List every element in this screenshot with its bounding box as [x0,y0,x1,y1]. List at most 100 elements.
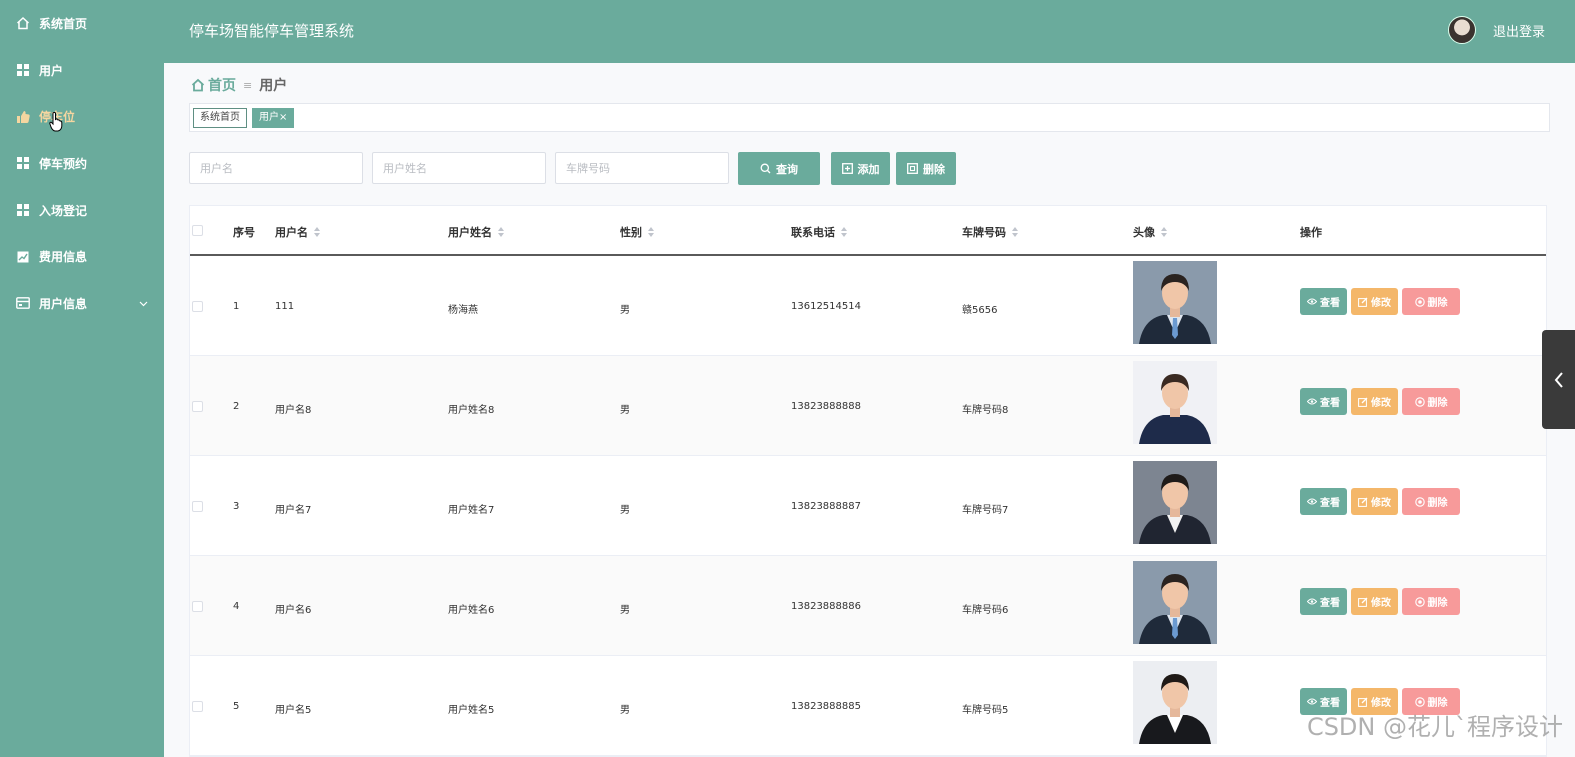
column-header-plate[interactable]: 车牌号码 [962,224,1018,240]
tag-home[interactable]: 系统首页 [193,108,247,128]
edit-icon [1358,597,1368,607]
main-content: 首页 ≡ 用户 系统首页 用户× 查询 添加 删除 序号 用户名 用户姓名 性别… [164,63,1575,757]
delete-circle-icon [1414,296,1425,307]
realname-search-input[interactable] [372,152,546,184]
grid-icon [16,156,30,170]
breadcrumb-home[interactable]: 首页 [191,75,236,95]
table-body: 1 111 杨海燕 男 13612514514 赣5656 查看 修改 删除 2… [190,256,1546,756]
sidebar-item-fee[interactable]: 费用信息 [0,233,164,280]
view-button[interactable]: 查看 [1300,388,1347,415]
edit-button[interactable]: 修改 [1351,288,1398,315]
chevron-down-icon [139,296,148,310]
cell-realname: 用户姓名8 [448,405,495,416]
sidebar-item-entry[interactable]: 入场登记 [0,187,164,234]
avatar-photo [1133,461,1217,544]
sidebar-item-userinfo[interactable]: 用户信息 [0,280,164,327]
column-header-phone[interactable]: 联系电话 [791,224,847,240]
column-header-label: 用户姓名 [448,226,492,239]
edit-button[interactable]: 修改 [1351,388,1398,415]
avatar-photo [1133,561,1217,644]
table-row: 4 用户名6 用户姓名6 男 13823888886 车牌号码6 查看 修改 删… [190,556,1546,656]
sidebar-item-user[interactable]: 用户 [0,47,164,94]
sidebar: 系统首页 用户 停车位 停车预约 入场登记 费用信息 用户信息 [0,0,164,757]
edit-icon [1358,297,1368,307]
cell-realname: 用户姓名6 [448,605,495,616]
sidebar-item-label: 入场登记 [39,203,88,218]
table-row: 2 用户名8 用户姓名8 男 13823888888 车牌号码8 查看 修改 删… [190,356,1546,456]
collapse-panel-toggle[interactable] [1542,330,1575,429]
cell-username: 用户名5 [275,705,312,716]
watermark: CSDN @花儿`程序设计 [1306,713,1563,741]
sidebar-item-parking-space[interactable]: 停车位 [0,93,164,140]
row-checkbox[interactable] [192,301,203,312]
select-all-checkbox[interactable] [192,225,203,236]
cell-gender: 男 [620,705,630,716]
view-button-label: 查看 [1320,598,1340,609]
view-button[interactable]: 查看 [1300,488,1347,515]
edit-button[interactable]: 修改 [1351,588,1398,615]
sort-icon[interactable] [648,227,654,237]
row-checkbox[interactable] [192,601,203,612]
tag-user[interactable]: 用户× [252,108,295,128]
add-button[interactable]: 添加 [831,152,890,185]
delete-circle-icon [1414,396,1425,407]
sidebar-item-reservation[interactable]: 停车预约 [0,140,164,187]
breadcrumb: 首页 ≡ 用户 [191,75,287,95]
delete-button[interactable]: 删除 [1402,288,1460,315]
sort-icon[interactable] [498,227,504,237]
home-icon [191,78,205,92]
grid-icon [16,63,30,77]
breadcrumb-current: 用户 [259,78,288,94]
cell-no: 5 [233,701,240,712]
cell-plate: 车牌号码6 [962,605,1009,616]
sort-icon[interactable] [841,227,847,237]
view-button[interactable]: 查看 [1300,288,1347,315]
thumb-icon [16,110,30,124]
row-checkbox[interactable] [192,701,203,712]
edit-button-label: 修改 [1371,398,1391,409]
delete-button-label: 删除 [1427,498,1448,509]
avatar[interactable] [1448,16,1476,44]
batch-delete-button[interactable]: 删除 [896,152,956,185]
edit-button-label: 修改 [1371,298,1391,309]
avatar-photo [1133,661,1217,744]
sidebar-item-home[interactable]: 系统首页 [0,0,164,47]
column-header-username[interactable]: 用户名 [275,224,320,240]
plate-search-input[interactable] [555,152,729,184]
delete-button[interactable]: 删除 [1402,488,1460,515]
row-checkbox[interactable] [192,401,203,412]
plus-square-icon [841,163,853,174]
sidebar-item-label: 停车预约 [39,156,88,171]
cell-realname: 用户姓名5 [448,705,495,716]
table-row: 3 用户名7 用户姓名7 男 13823888887 车牌号码7 查看 修改 删… [190,456,1546,556]
cell-username: 用户名8 [275,405,312,416]
query-button[interactable]: 查询 [738,152,820,185]
table-row: 1 111 杨海燕 男 13612514514 赣5656 查看 修改 删除 [190,256,1546,356]
card-icon [16,296,30,310]
username-search-input[interactable] [189,152,363,184]
sort-icon[interactable] [1161,227,1167,237]
edit-button[interactable]: 修改 [1351,488,1398,515]
delete-button[interactable]: 删除 [1402,588,1460,615]
column-header-realname[interactable]: 用户姓名 [448,224,504,240]
delete-circle-icon [1414,496,1425,507]
sort-icon[interactable] [1012,227,1018,237]
delete-circle-icon [1414,696,1425,707]
row-checkbox[interactable] [192,501,203,512]
edit-icon [1358,497,1368,507]
view-button-label: 查看 [1320,398,1340,409]
column-header-avatar[interactable]: 头像 [1133,224,1167,240]
sort-icon[interactable] [314,227,320,237]
view-button[interactable]: 查看 [1300,588,1347,615]
sidebar-item-label: 系统首页 [39,16,88,31]
column-header-no: 序号 [233,224,255,240]
logout-link[interactable]: 退出登录 [1493,21,1545,40]
delete-square-icon [907,163,918,174]
column-header-gender[interactable]: 性别 [620,224,654,240]
user-table: 序号 用户名 用户姓名 性别 联系电话 车牌号码 头像 操作 1 111 杨海燕… [189,205,1547,757]
cell-phone: 13823888885 [791,701,861,712]
delete-button[interactable]: 删除 [1402,388,1460,415]
cell-plate: 车牌号码5 [962,705,1009,716]
view-button-label: 查看 [1320,498,1340,509]
delete-button-label: 删除 [1427,598,1448,609]
